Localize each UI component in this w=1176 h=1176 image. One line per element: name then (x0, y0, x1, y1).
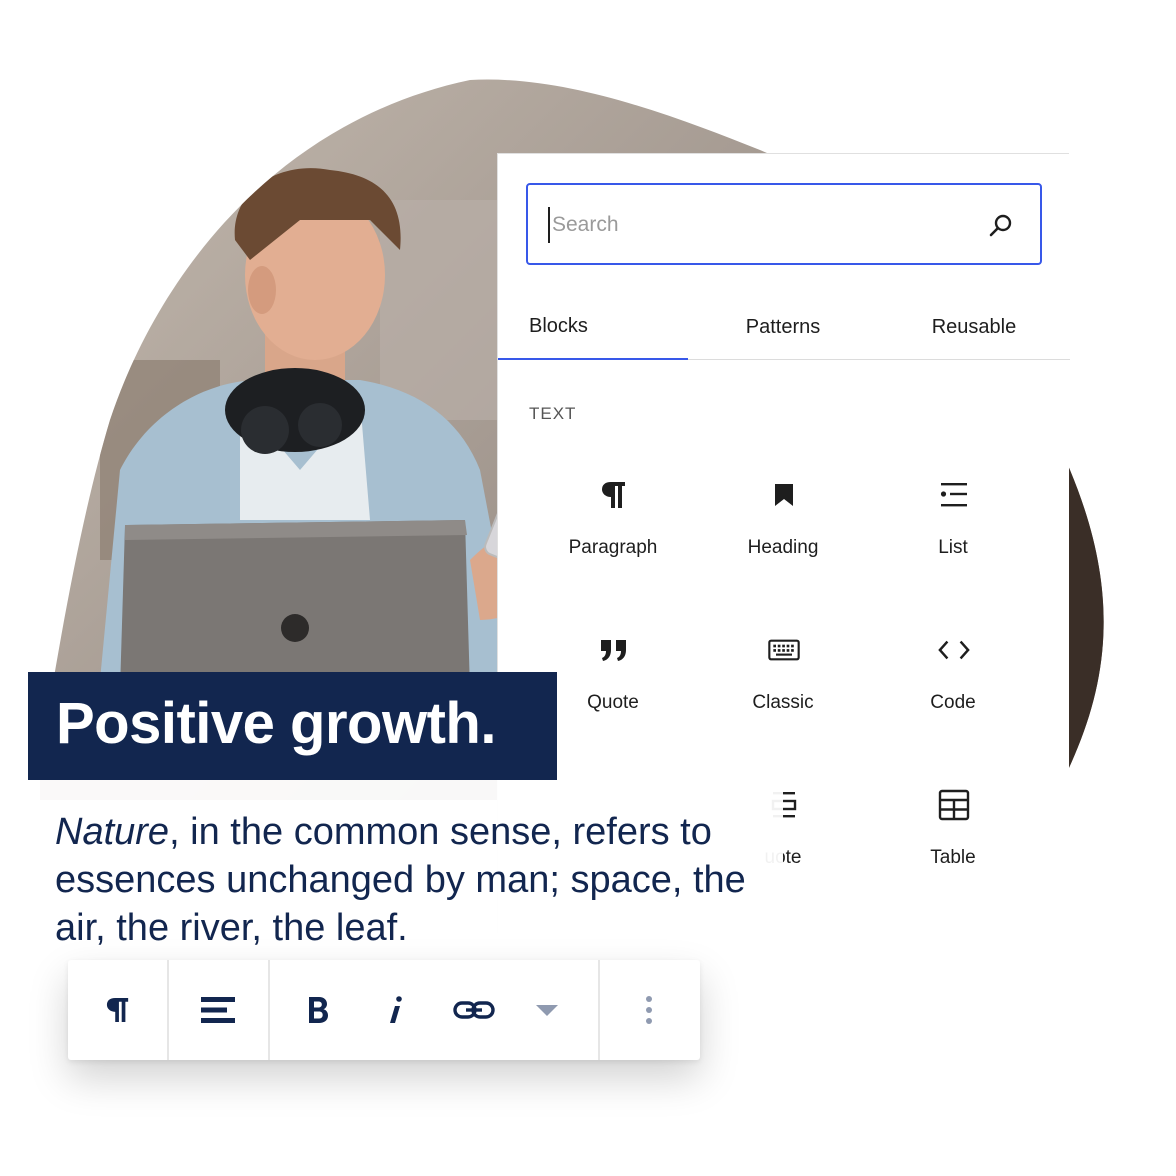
table-icon (938, 789, 970, 821)
bold-icon (309, 997, 328, 1023)
paragraph-icon (106, 998, 129, 1022)
block-label: Classic (752, 692, 814, 713)
block-item-code[interactable]: Code (868, 634, 1038, 744)
tab-blocks[interactable]: Blocks (498, 294, 688, 360)
block-item-classic[interactable]: Classic (698, 634, 868, 744)
more-options-dropdown[interactable] (524, 980, 570, 1040)
block-label: Heading (747, 537, 819, 558)
link-icon (453, 1001, 495, 1019)
quote-icon (598, 634, 630, 666)
more-vertical-icon (646, 996, 652, 1024)
block-label: Paragraph (568, 537, 658, 558)
paragraph-button[interactable] (88, 980, 148, 1040)
toolbar-divider (598, 960, 600, 1060)
paragraph-text: Nature, in the common sense, refers to e… (55, 808, 775, 952)
tab-reusable[interactable]: Reusable (878, 294, 1070, 360)
tab-patterns[interactable]: Patterns (688, 294, 878, 360)
list-icon (938, 479, 970, 511)
block-item-paragraph[interactable]: Paragraph (528, 479, 698, 589)
link-button[interactable] (444, 980, 504, 1040)
chevron-down-icon (536, 1005, 558, 1016)
search-icon[interactable] (988, 213, 1014, 239)
paragraph-italic: Nature (55, 811, 170, 853)
block-label: Code (930, 692, 976, 713)
block-toolbar (68, 960, 700, 1060)
bookmark-icon (768, 479, 800, 511)
italic-icon (390, 996, 402, 1023)
search-box (526, 183, 1042, 265)
align-icon (201, 997, 235, 1023)
align-button[interactable] (188, 980, 248, 1040)
block-item-table[interactable]: Table (868, 789, 1038, 899)
paragraph-block[interactable]: Nature, in the common sense, refers to e… (28, 780, 783, 965)
block-item-heading[interactable]: Heading (698, 479, 868, 589)
block-item-list[interactable]: List (868, 479, 1038, 589)
keyboard-icon (768, 634, 800, 666)
options-button[interactable] (624, 980, 674, 1040)
category-label: TEXT (529, 404, 577, 423)
italic-button[interactable] (370, 980, 420, 1040)
bold-button[interactable] (290, 980, 346, 1040)
paragraph-icon (598, 479, 630, 511)
heading-block[interactable]: Positive growth. (28, 672, 557, 780)
search-input[interactable] (548, 207, 968, 243)
page-title: Positive growth. (56, 691, 496, 756)
inserter-tabs: Blocks Patterns Reusable (498, 294, 1070, 360)
toolbar-divider (167, 960, 169, 1060)
block-label: List (938, 537, 968, 558)
block-label: Table (930, 847, 976, 868)
toolbar-divider (268, 960, 270, 1060)
code-icon (938, 634, 970, 666)
